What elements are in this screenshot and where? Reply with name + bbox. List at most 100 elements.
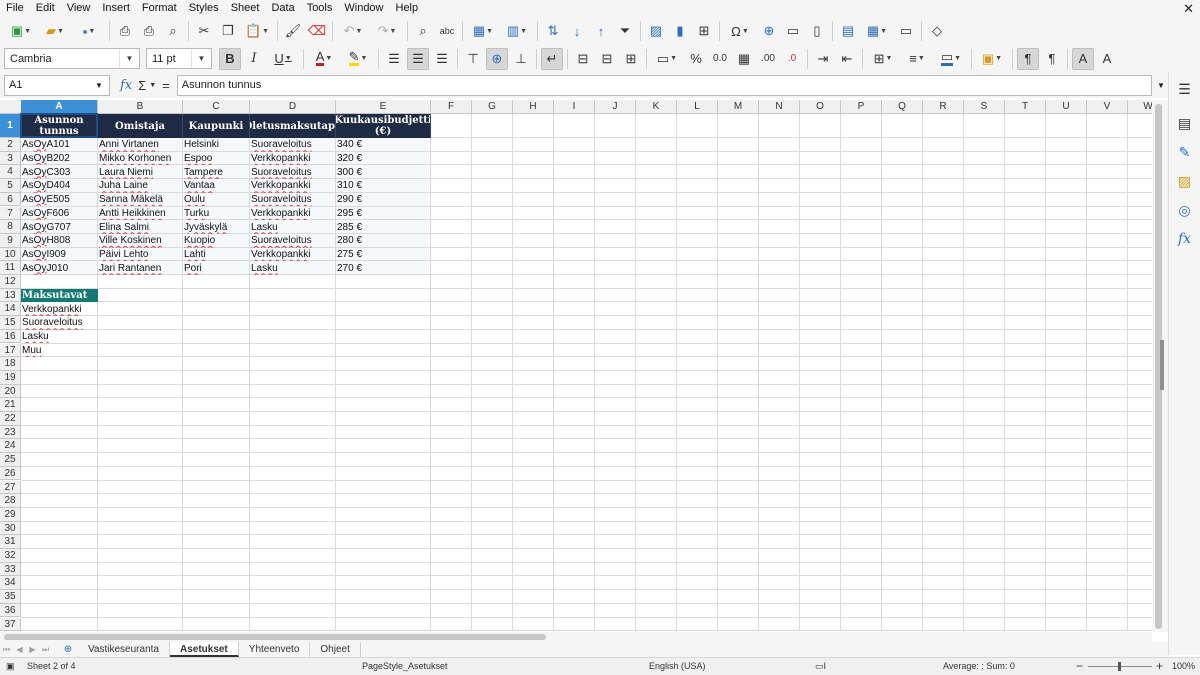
formula-input[interactable]: Asunnon tunnus [176, 74, 1152, 96]
insert-chart-icon[interactable]: ▮ [669, 20, 691, 42]
horizontal-scrollbar[interactable] [0, 632, 1152, 642]
row-header[interactable]: 17 [0, 343, 21, 358]
text-vertical-icon[interactable]: A [1096, 48, 1118, 70]
selection-summary[interactable]: Average: ; Sum: 0 [943, 661, 1015, 671]
split-window-icon[interactable]: ▭ [895, 20, 917, 42]
row-header[interactable]: 7 [0, 206, 21, 221]
functions-icon[interactable]: fx [1174, 228, 1196, 250]
table-cell[interactable]: Vantaa [183, 179, 249, 193]
row-header[interactable]: 31 [0, 535, 21, 549]
table-cell[interactable]: Päivi Lehto [98, 248, 182, 262]
row-header[interactable]: 1 [0, 114, 21, 138]
row-header[interactable]: 10 [0, 247, 21, 262]
save-icon[interactable]: ▪ ▼ [73, 20, 105, 42]
percent-format-icon[interactable]: % [685, 48, 707, 70]
hyperlink-icon[interactable]: ⊕ [758, 20, 780, 42]
table-cell[interactable]: As Oy D404 [21, 179, 97, 193]
spelling-icon[interactable]: abc [436, 20, 458, 42]
paste-icon[interactable]: 📋 ▼ [241, 20, 273, 42]
table-cell[interactable]: As Oy I909 [21, 248, 97, 262]
zoom-in-icon[interactable]: + [1156, 659, 1163, 673]
row-header[interactable]: 37 [0, 617, 21, 632]
language-status[interactable]: English (USA) [649, 661, 706, 671]
tab-ohjeet[interactable]: Ohjeet [310, 642, 361, 657]
payment-method-cell[interactable]: Verkkopankki [21, 302, 97, 316]
column-header[interactable]: S [964, 100, 1005, 114]
column-header[interactable]: T [1005, 100, 1046, 114]
add-decimal-icon[interactable]: .00 [757, 48, 779, 70]
table-cell[interactable]: Elina Salmi [98, 220, 182, 234]
table-cell[interactable]: Espoo [183, 152, 249, 166]
delete-decimal-icon[interactable]: .0 [781, 48, 803, 70]
tab-yhteenveto[interactable]: Yhteenveto [239, 642, 311, 657]
highlight-color-icon[interactable]: ✎ ▼ [342, 48, 374, 70]
table-cell[interactable]: As Oy C303 [21, 165, 97, 179]
column-header[interactable]: O [800, 100, 841, 114]
undo-icon[interactable]: ↶ ▼ [337, 20, 369, 42]
properties-icon[interactable]: ▤ [1174, 112, 1196, 134]
table-cell[interactable]: Laura Niemi [98, 165, 182, 179]
conditional-format-icon[interactable]: ▣ ▼ [976, 48, 1008, 70]
currency-format-icon[interactable]: ▭ ▼ [651, 48, 683, 70]
table-cell[interactable]: Pori [183, 261, 249, 275]
first-sheet-icon[interactable]: ⏮ [0, 645, 13, 655]
row-header[interactable]: 22 [0, 412, 21, 426]
export-pdf-icon[interactable]: ⎙ [114, 20, 136, 42]
align-right-icon[interactable]: ☰ [431, 48, 453, 70]
column-header[interactable]: D [250, 100, 336, 114]
sum-icon[interactable]: Σ [138, 78, 146, 93]
row-header[interactable]: 4 [0, 165, 21, 180]
menu-insert[interactable]: Insert [96, 0, 136, 17]
row-header[interactable]: 36 [0, 603, 21, 618]
row-header[interactable]: 9 [0, 233, 21, 248]
row-header[interactable]: 26 [0, 466, 21, 481]
align-center-icon[interactable]: ☰ [407, 47, 429, 70]
vertical-scrollbar[interactable] [1152, 100, 1168, 632]
table-cell[interactable]: 300 € [336, 165, 430, 179]
right-to-left-icon[interactable]: ¶ [1041, 48, 1063, 70]
table-cell[interactable]: Suoraveloitus [250, 138, 335, 152]
table-cell[interactable]: Verkkopankki [250, 179, 335, 193]
print-icon[interactable]: ⎙ [138, 20, 160, 42]
next-sheet-icon[interactable]: ▶ [26, 645, 39, 654]
increase-indent-icon[interactable]: ⇥ [812, 48, 834, 70]
zoom-slider[interactable] [1088, 662, 1152, 671]
table-cell[interactable]: Tampere [183, 165, 249, 179]
row-header[interactable]: 21 [0, 398, 21, 412]
chevron-down-icon[interactable]: ▼ [119, 49, 139, 68]
column-header[interactable]: L [677, 100, 718, 114]
table-cell[interactable]: 275 € [336, 248, 430, 262]
new-icon[interactable]: ▣ ▼ [5, 20, 37, 42]
close-document-icon[interactable]: ✕ [1183, 0, 1194, 17]
page-style[interactable]: PageStyle_Asetukset [362, 661, 448, 671]
row-header[interactable]: 28 [0, 494, 21, 508]
menu-window[interactable]: Window [338, 0, 389, 17]
align-bottom-icon[interactable]: ⊥ [510, 48, 532, 70]
decrease-indent-icon[interactable]: ⇤ [836, 48, 858, 70]
table-cell[interactable]: Juha Laine [98, 179, 182, 193]
row-header[interactable]: 30 [0, 521, 21, 536]
column-header[interactable]: R [923, 100, 964, 114]
table-cell[interactable]: 320 € [336, 152, 430, 166]
table-cell[interactable]: Lasku [250, 261, 335, 275]
row-header[interactable]: 34 [0, 576, 21, 591]
table-cell[interactable]: Lahti [183, 248, 249, 262]
unmerge-cells-icon[interactable]: ⊞ [620, 48, 642, 70]
merge-center-icon[interactable]: ⊟ [572, 48, 594, 70]
row-header[interactable]: 25 [0, 453, 21, 467]
table-cell[interactable]: 310 € [336, 179, 430, 193]
menu-data[interactable]: Data [265, 0, 300, 17]
add-sheet-icon[interactable]: ⊕ [58, 644, 78, 655]
payment-method-cell[interactable]: Muu [21, 344, 97, 358]
row-header[interactable]: 13 [0, 288, 21, 303]
column-header[interactable]: H [513, 100, 554, 114]
table-cell[interactable]: As Oy F606 [21, 207, 97, 221]
column-header[interactable]: C [183, 100, 250, 114]
last-sheet-icon[interactable]: ⏭ [39, 645, 52, 655]
column-header[interactable]: E [336, 100, 431, 114]
print-preview-icon[interactable]: ⌕ [162, 20, 184, 42]
row-header[interactable]: 35 [0, 590, 21, 604]
chevron-down-icon[interactable]: ▼ [191, 49, 211, 68]
redo-icon[interactable]: ↷ ▼ [371, 20, 403, 42]
styles-icon[interactable]: ✎ [1174, 141, 1196, 163]
